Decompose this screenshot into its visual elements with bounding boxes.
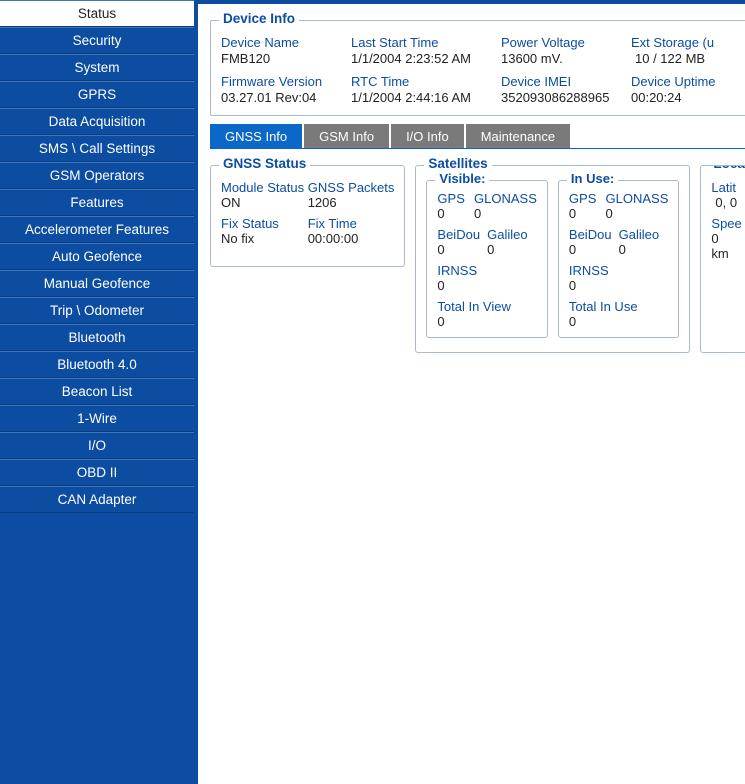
inuse-galileo-value: 0 bbox=[619, 242, 669, 257]
power-voltage-value: 13600 mV. bbox=[501, 51, 621, 66]
inuse-glonass-value: 0 bbox=[606, 206, 669, 221]
sidebar-item-can-adapter[interactable]: CAN Adapter bbox=[0, 486, 194, 513]
device-imei-value: 352093086288965 bbox=[501, 90, 621, 105]
sidebar-item-i-o[interactable]: I/O bbox=[0, 432, 194, 459]
ext-storage-value: 10 / 122 MB bbox=[631, 51, 731, 66]
ext-storage-label: Ext Storage (u bbox=[631, 35, 731, 50]
location-panel: Locat Latit 0, 0 Spee 0 km bbox=[700, 165, 745, 353]
sidebar-item-auto-geofence[interactable]: Auto Geofence bbox=[0, 243, 194, 270]
location-title: Locat bbox=[709, 165, 745, 171]
sidebar-item-system[interactable]: System bbox=[0, 54, 194, 81]
inuse-gps-value: 0 bbox=[569, 206, 606, 221]
inuse-total-value: 0 bbox=[569, 314, 638, 329]
satellites-inuse-box: In Use: GPS 0 GLONASS 0 BeiDou bbox=[558, 180, 680, 338]
vis-total-value: 0 bbox=[437, 314, 510, 329]
power-voltage-label: Power Voltage bbox=[501, 35, 621, 50]
fix-status-label: Fix Status bbox=[221, 216, 308, 231]
speed-label: Spee bbox=[711, 216, 739, 231]
vis-galileo-label: Galileo bbox=[487, 227, 537, 242]
visible-title: Visible: bbox=[435, 171, 489, 186]
sidebar-item-status[interactable]: Status bbox=[0, 0, 194, 27]
firmware-version-value: 03.27.01 Rev:04 bbox=[221, 90, 341, 105]
vis-galileo-value: 0 bbox=[487, 242, 537, 257]
rtc-time-value: 1/1/2004 2:44:16 AM bbox=[351, 90, 491, 105]
gnss-packets-value: 1206 bbox=[308, 195, 395, 210]
tab-gnss-info[interactable]: GNSS Info bbox=[210, 124, 302, 148]
info-tabs: GNSS InfoGSM InfoI/O InfoMaintenance bbox=[210, 124, 745, 148]
vis-beidou-value: 0 bbox=[437, 242, 487, 257]
device-name-label: Device Name bbox=[221, 35, 341, 50]
vis-gps-label: GPS bbox=[437, 191, 474, 206]
sidebar-item-trip-odometer[interactable]: Trip \ Odometer bbox=[0, 297, 194, 324]
tab-i-o-info[interactable]: I/O Info bbox=[391, 124, 464, 148]
main-content: Device Info Device Name FMB120 Last Star… bbox=[194, 0, 745, 784]
sidebar-item-1-wire[interactable]: 1-Wire bbox=[0, 405, 194, 432]
sidebar: StatusSecuritySystemGPRSData Acquisition… bbox=[0, 0, 194, 784]
gnss-packets-label: GNSS Packets bbox=[308, 180, 395, 195]
firmware-version-label: Firmware Version bbox=[221, 74, 341, 89]
latitude-label: Latit bbox=[711, 180, 739, 195]
fix-time-label: Fix Time bbox=[308, 216, 395, 231]
speed-value: 0 km bbox=[711, 231, 739, 261]
vis-glonass-label: GLONASS bbox=[474, 191, 537, 206]
device-uptime-label: Device Uptime bbox=[631, 74, 731, 89]
vis-total-label: Total In View bbox=[437, 299, 510, 314]
sidebar-item-bluetooth-4-0[interactable]: Bluetooth 4.0 bbox=[0, 351, 194, 378]
sidebar-item-manual-geofence[interactable]: Manual Geofence bbox=[0, 270, 194, 297]
sidebar-item-gsm-operators[interactable]: GSM Operators bbox=[0, 162, 194, 189]
device-info-title: Device Info bbox=[219, 11, 299, 26]
inuse-galileo-label: Galileo bbox=[619, 227, 669, 242]
vis-irnss-label: IRNSS bbox=[437, 263, 537, 278]
sidebar-item-gprs[interactable]: GPRS bbox=[0, 81, 194, 108]
gnss-tab-content: GNSS Status Module Status ON GNSS Packet… bbox=[210, 148, 745, 353]
satellites-title: Satellites bbox=[424, 156, 491, 171]
inuse-total-label: Total In Use bbox=[569, 299, 638, 314]
module-status-value: ON bbox=[221, 195, 308, 210]
device-info-group: Device Info Device Name FMB120 Last Star… bbox=[210, 20, 745, 116]
sidebar-item-sms-call-settings[interactable]: SMS \ Call Settings bbox=[0, 135, 194, 162]
vis-irnss-value: 0 bbox=[437, 278, 537, 293]
rtc-time-label: RTC Time bbox=[351, 74, 491, 89]
tab-gsm-info[interactable]: GSM Info bbox=[304, 124, 389, 148]
sidebar-item-features[interactable]: Features bbox=[0, 189, 194, 216]
gnss-status-panel: GNSS Status Module Status ON GNSS Packet… bbox=[210, 165, 405, 267]
satellites-visible-box: Visible: GPS 0 GLONASS 0 BeiDou bbox=[426, 180, 548, 338]
device-name-value: FMB120 bbox=[221, 51, 341, 66]
fix-status-value: No fix bbox=[221, 231, 308, 246]
tab-maintenance[interactable]: Maintenance bbox=[466, 124, 570, 148]
sidebar-item-data-acquisition[interactable]: Data Acquisition bbox=[0, 108, 194, 135]
vis-glonass-value: 0 bbox=[474, 206, 537, 221]
fix-time-value: 00:00:00 bbox=[308, 231, 395, 246]
device-uptime-value: 00:20:24 bbox=[631, 90, 731, 105]
sidebar-item-obd-ii[interactable]: OBD II bbox=[0, 459, 194, 486]
vis-beidou-label: BeiDou bbox=[437, 227, 487, 242]
last-start-time-value: 1/1/2004 2:23:52 AM bbox=[351, 51, 491, 66]
device-imei-label: Device IMEI bbox=[501, 74, 621, 89]
inuse-beidou-label: BeiDou bbox=[569, 227, 619, 242]
module-status-label: Module Status bbox=[221, 180, 308, 195]
satellites-panel: Satellites Visible: GPS 0 GLONASS 0 bbox=[415, 165, 690, 353]
sidebar-item-accelerometer-features[interactable]: Accelerometer Features bbox=[0, 216, 194, 243]
last-start-time-label: Last Start Time bbox=[351, 35, 491, 50]
sidebar-item-bluetooth[interactable]: Bluetooth bbox=[0, 324, 194, 351]
inuse-beidou-value: 0 bbox=[569, 242, 619, 257]
sidebar-item-beacon-list[interactable]: Beacon List bbox=[0, 378, 194, 405]
sidebar-item-security[interactable]: Security bbox=[0, 27, 194, 54]
inuse-title: In Use: bbox=[567, 171, 618, 186]
inuse-irnss-value: 0 bbox=[569, 278, 669, 293]
inuse-glonass-label: GLONASS bbox=[606, 191, 669, 206]
latitude-value: 0, 0 bbox=[711, 195, 739, 210]
inuse-irnss-label: IRNSS bbox=[569, 263, 669, 278]
vis-gps-value: 0 bbox=[437, 206, 474, 221]
inuse-gps-label: GPS bbox=[569, 191, 606, 206]
gnss-status-title: GNSS Status bbox=[219, 156, 310, 171]
